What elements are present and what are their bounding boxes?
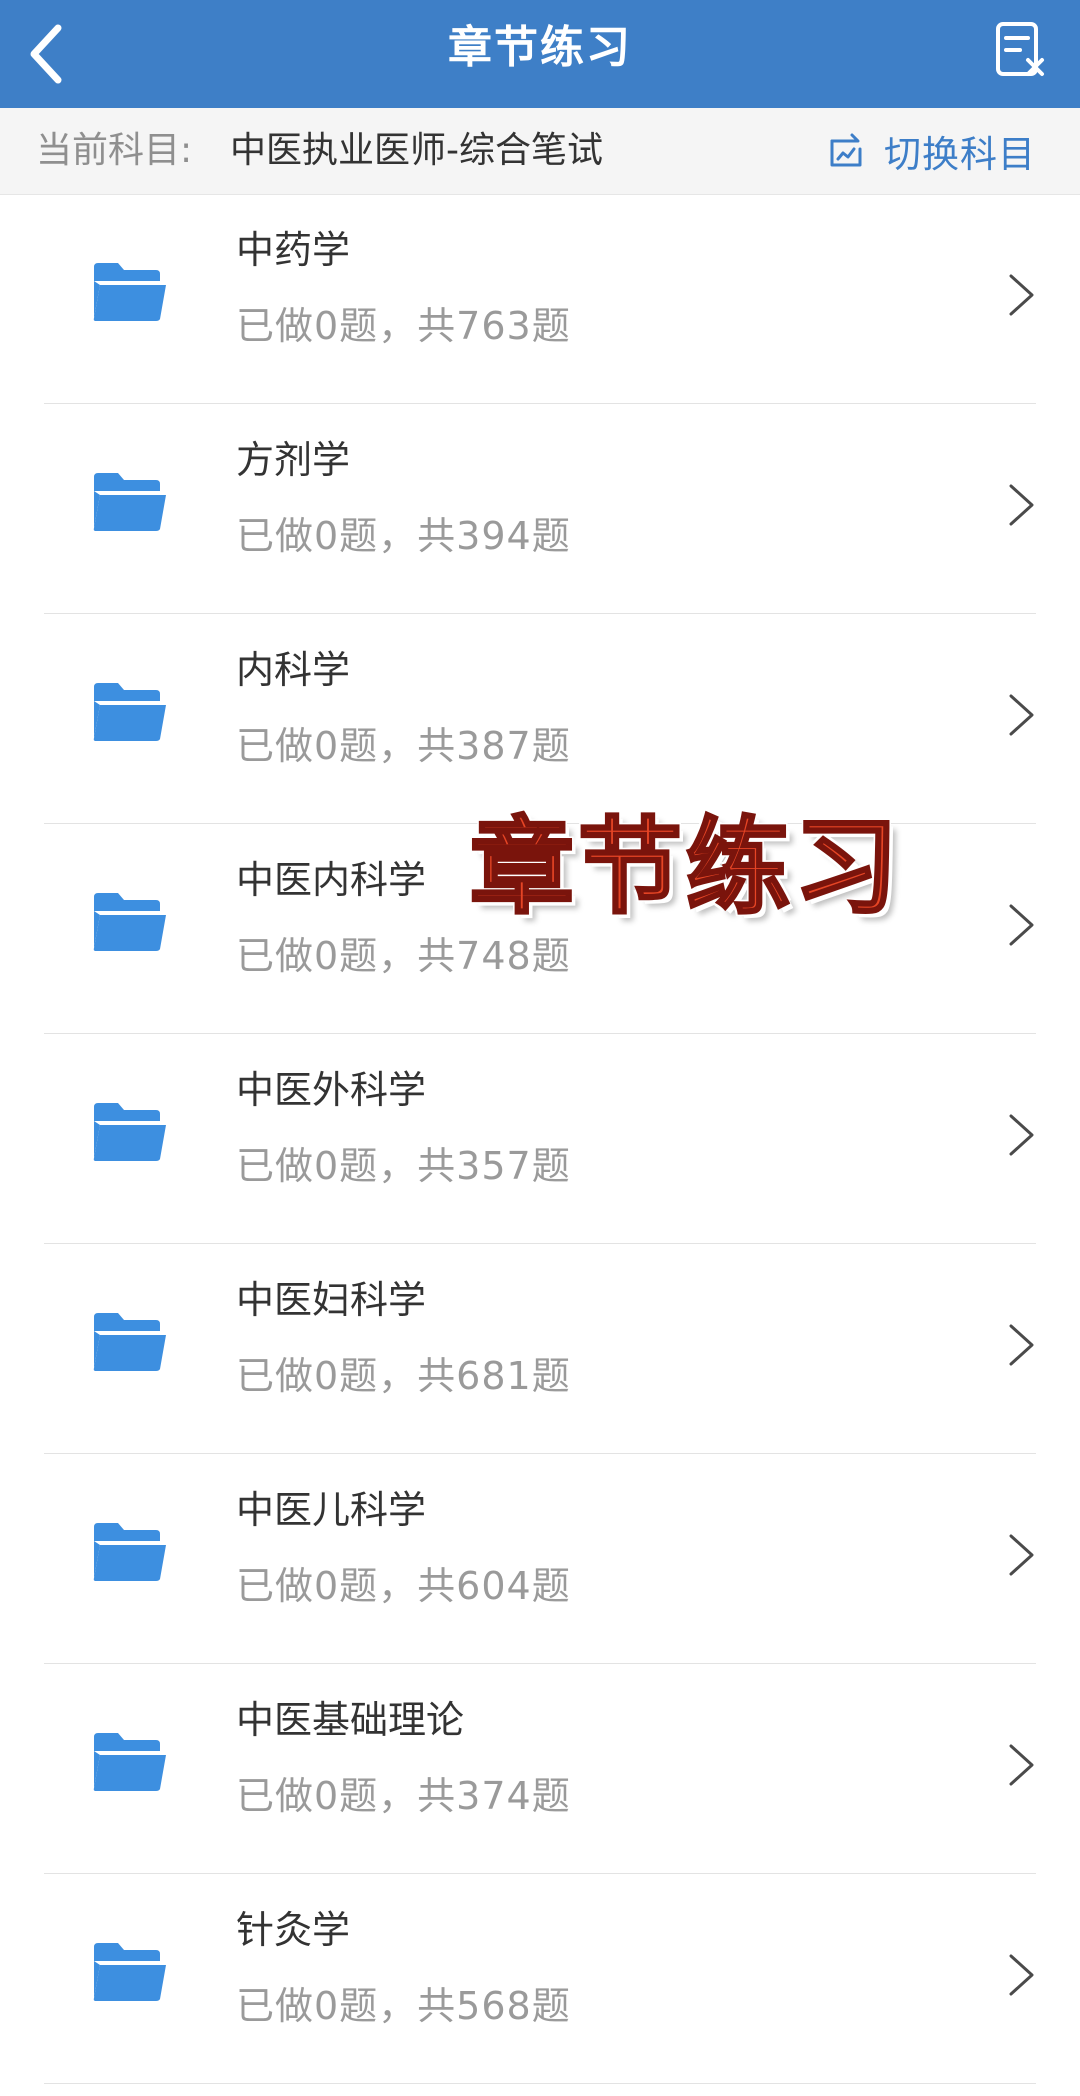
chapter-row[interactable]: 中医儿科学 已做0题，共604题 — [0, 1454, 1080, 1664]
chapter-name: 中医内科学 — [236, 858, 427, 902]
chapter-progress: 已做0题，共357题 — [236, 1144, 571, 1188]
chapter-row[interactable]: 中医基础理论 已做0题，共374题 — [0, 1664, 1080, 1874]
chapter-progress: 已做0题，共763题 — [236, 304, 571, 348]
overlay-title: 章节练习 — [468, 805, 903, 930]
folder-icon — [93, 893, 166, 951]
switch-subject-button[interactable]: 切换科目 — [826, 108, 1036, 194]
chevron-right-icon — [1009, 1954, 1034, 1996]
chapter-name: 中药学 — [236, 228, 351, 272]
chevron-right-icon — [1009, 274, 1034, 316]
chapter-name: 针灸学 — [236, 1908, 351, 1952]
app-header: 章节练习 — [0, 0, 1080, 108]
chapter-progress: 已做0题，共681题 — [236, 1354, 571, 1398]
chapter-name: 内科学 — [236, 648, 351, 692]
chevron-right-icon — [1009, 694, 1034, 736]
chevron-right-icon — [1009, 1744, 1034, 1786]
current-subject-value: 中医执业医师-综合笔试 — [230, 130, 603, 171]
chapter-row[interactable]: 中药学 已做0题，共763题 — [0, 194, 1080, 404]
chapter-progress: 已做0题，共748题 — [236, 934, 571, 978]
chapter-name: 中医妇科学 — [236, 1278, 427, 1322]
chevron-right-icon — [1009, 1114, 1034, 1156]
folder-icon — [93, 683, 166, 741]
folder-icon — [93, 1733, 166, 1791]
chevron-right-icon — [1009, 484, 1034, 526]
chapter-progress: 已做0题，共387题 — [236, 724, 571, 768]
chevron-right-icon — [1009, 1534, 1034, 1576]
chapter-row[interactable]: 中医妇科学 已做0题，共681题 — [0, 1244, 1080, 1454]
clear-record-button[interactable] — [984, 14, 1060, 90]
current-subject-label: 当前科目: — [36, 130, 193, 171]
chevron-right-icon — [1009, 904, 1034, 946]
chapter-name: 方剂学 — [236, 438, 351, 482]
chapter-name: 中医儿科学 — [236, 1488, 427, 1532]
chapter-list: 中药学 已做0题，共763题 方剂学 已做0题，共394题 内科学 已做0题，共… — [0, 194, 1080, 2084]
chapter-name: 中医外科学 — [236, 1068, 427, 1112]
switch-subject-icon — [830, 133, 862, 167]
chapter-row[interactable]: 方剂学 已做0题，共394题 — [0, 404, 1080, 614]
switch-subject-label: 切换科目 — [884, 133, 1036, 176]
folder-icon — [93, 1523, 166, 1581]
folder-icon — [93, 263, 166, 321]
chapter-progress: 已做0题，共394题 — [236, 514, 571, 558]
folder-icon — [93, 1943, 166, 2001]
chevron-right-icon — [1009, 1324, 1034, 1366]
chapter-row[interactable]: 中医外科学 已做0题，共357题 — [0, 1034, 1080, 1244]
chapter-progress: 已做0题，共568题 — [236, 1984, 571, 2028]
chapter-row[interactable]: 针灸学 已做0题，共568题 — [0, 1874, 1080, 2084]
page-title: 章节练习 — [448, 22, 632, 73]
folder-icon — [93, 1103, 166, 1161]
current-subject-bar: 当前科目: 中医执业医师-综合笔试 切换科目 — [0, 108, 1080, 195]
folder-icon — [93, 473, 166, 531]
folder-icon — [93, 1313, 166, 1371]
chapter-progress: 已做0题，共374题 — [236, 1774, 571, 1818]
clear-record-icon — [996, 22, 1044, 76]
chapter-progress: 已做0题，共604题 — [236, 1564, 571, 1608]
chapter-name: 中医基础理论 — [236, 1698, 465, 1742]
